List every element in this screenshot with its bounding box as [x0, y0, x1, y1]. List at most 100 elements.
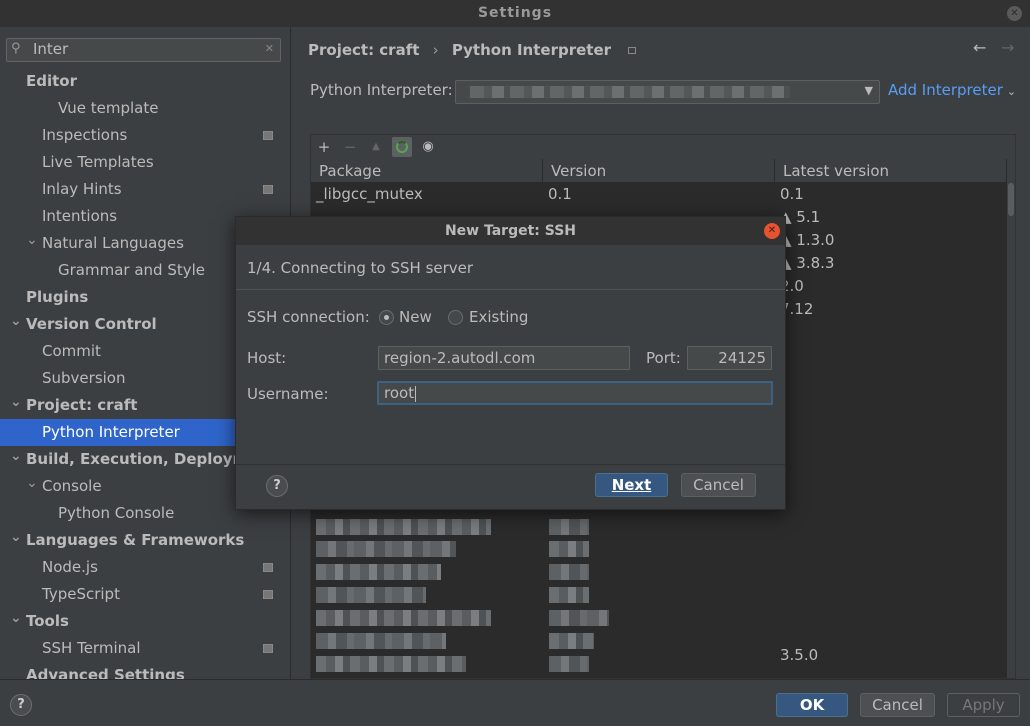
sidebar-item-tools[interactable]: ⌄ Tools [0, 608, 290, 635]
chevron-down-icon[interactable]: ⌄ [10, 524, 22, 551]
redacted-package [316, 587, 426, 603]
upgrade-package-icon[interactable]: ▲ [366, 137, 386, 157]
dialog-close-icon[interactable]: ✕ [764, 223, 780, 239]
username-input[interactable]: root [377, 381, 773, 405]
sidebar-item-label: Intentions [42, 207, 118, 225]
back-arrow-icon[interactable]: ← [973, 38, 986, 57]
chevron-down-icon[interactable]: ⌄ [10, 389, 22, 416]
chevron-down-icon: ▼ [864, 84, 873, 97]
radio-new[interactable] [379, 310, 394, 325]
chevron-down-icon[interactable]: ⌄ [10, 605, 22, 632]
sidebar-item-node-js[interactable]: Node.js [0, 554, 290, 581]
sidebar-item-vue-template[interactable]: Vue template [0, 95, 290, 122]
radio-existing-label[interactable]: Existing [469, 308, 528, 326]
sidebar-item-label: Plugins [26, 288, 89, 306]
text-cursor [415, 385, 417, 402]
username-label: Username: [247, 385, 329, 403]
sidebar-item-advanced-settings[interactable]: Advanced Settings [0, 662, 290, 679]
refresh-spinner-icon[interactable] [392, 137, 412, 157]
next-button[interactable]: Next [595, 473, 668, 497]
redacted-package [316, 564, 441, 580]
sidebar-item-label: Version Control [26, 315, 157, 333]
forward-arrow-icon[interactable]: → [1001, 38, 1014, 57]
dialog-title: New Target: SSH [444, 223, 577, 239]
breadcrumb-parent[interactable]: Project: craft [308, 41, 419, 59]
sidebar-item-label: Editor [26, 72, 77, 90]
dialog-help-button[interactable]: ? [266, 475, 288, 497]
sidebar-item-editor[interactable]: Editor [0, 68, 290, 95]
sidebar-item-label: Languages & Frameworks [26, 531, 245, 549]
sidebar-item-label: Grammar and Style [58, 261, 205, 279]
project-level-icon [263, 590, 273, 599]
sidebar-item-label: SSH Terminal [42, 639, 141, 657]
chevron-down-icon[interactable]: ⌄ [26, 227, 38, 254]
chevron-down-icon[interactable]: ⌄ [10, 443, 22, 470]
redacted-package [316, 541, 456, 557]
ssh-connection-label: SSH connection: [247, 308, 370, 326]
new-target-ssh-dialog: New Target: SSH ✕ 1/4. Connecting to SSH… [235, 216, 786, 510]
sidebar-item-label: Console [42, 477, 102, 495]
packages-toolbar: + − ▲ ◉ [311, 135, 1015, 159]
breadcrumb: Project: craft › Python Interpreter [308, 41, 637, 59]
sidebar-item-inlay-hints[interactable]: Inlay Hints [0, 176, 290, 203]
sidebar-item-label: Commit [42, 342, 101, 360]
sidebar-item-languages-frameworks[interactable]: ⌄ Languages & Frameworks [0, 527, 290, 554]
project-level-icon [263, 563, 273, 572]
breadcrumb-separator: › [432, 41, 439, 59]
dialog-footer: ? Next Cancel [236, 465, 785, 509]
port-input[interactable]: 24125 [687, 346, 772, 370]
remove-package-icon[interactable]: − [340, 137, 360, 157]
sidebar-item-label: TypeScript [42, 585, 120, 603]
radio-existing[interactable] [448, 310, 463, 325]
redacted-version [549, 519, 589, 535]
redacted-version [549, 633, 594, 649]
dialog-divider [236, 289, 785, 290]
redacted-version [549, 541, 589, 557]
chevron-down-icon[interactable]: ⌄ [26, 470, 38, 497]
column-header-version[interactable]: Version [543, 159, 775, 183]
sidebar-item-label: Subversion [42, 369, 126, 387]
add-interpreter-label: Add Interpreter [888, 81, 1003, 99]
sidebar-item-ssh-terminal[interactable]: SSH Terminal [0, 635, 290, 662]
settings-footer: ? OK Cancel Apply [0, 679, 1030, 726]
apply-button[interactable]: Apply [947, 693, 1020, 717]
packages-scrollbar[interactable] [1007, 159, 1015, 678]
help-button[interactable]: ? [10, 694, 32, 716]
sidebar-item-label: Tools [26, 612, 69, 630]
ok-button[interactable]: OK [776, 693, 848, 717]
table-cell-package: _libgcc_mutex [316, 185, 423, 203]
chevron-down-icon[interactable]: ⌄ [10, 308, 22, 335]
column-header-latest-version[interactable]: Latest version [775, 159, 1007, 183]
clear-search-icon[interactable]: ✕ [265, 42, 274, 55]
sidebar-item-label: Advanced Settings [26, 666, 185, 679]
add-interpreter-link[interactable]: Add Interpreter ⌄ [888, 81, 1016, 99]
settings-search-input[interactable]: ⚲ Inter ✕ [6, 38, 281, 62]
breadcrumb-current: Python Interpreter [451, 41, 612, 59]
project-level-icon [628, 47, 637, 54]
cancel-button[interactable]: Cancel [860, 693, 935, 717]
username-input-value: root [384, 384, 415, 402]
add-package-icon[interactable]: + [314, 137, 334, 157]
dialog-cancel-button[interactable]: Cancel [681, 473, 756, 497]
dialog-titlebar: New Target: SSH ✕ [236, 217, 785, 245]
interpreter-label: Python Interpreter: [310, 81, 453, 99]
redacted-package [316, 633, 446, 649]
sidebar-item-label: Live Templates [42, 153, 154, 171]
radio-new-label[interactable]: New [399, 308, 432, 326]
search-icon: ⚲ [11, 41, 21, 56]
column-header-package[interactable]: Package [311, 159, 543, 183]
sidebar-item-inspections[interactable]: Inspections [0, 122, 290, 149]
scrollbar-thumb[interactable] [1008, 183, 1014, 216]
eye-icon[interactable]: ◉ [418, 137, 438, 157]
sidebar-item-typescript[interactable]: TypeScript [0, 581, 290, 608]
redacted-package [316, 519, 491, 535]
interpreter-select[interactable]: ▼ [455, 80, 880, 104]
window-close-icon[interactable]: ✕ [1007, 6, 1022, 21]
sidebar-item-label: Vue template [58, 99, 159, 117]
sidebar-item-live-templates[interactable]: Live Templates [0, 149, 290, 176]
port-label: Port: [646, 349, 681, 367]
redacted-version [549, 610, 609, 626]
redacted-version [549, 587, 589, 603]
table-cell-latest: 3.5.0 [780, 646, 819, 664]
host-input[interactable]: region-2.autodl.com [378, 346, 630, 370]
